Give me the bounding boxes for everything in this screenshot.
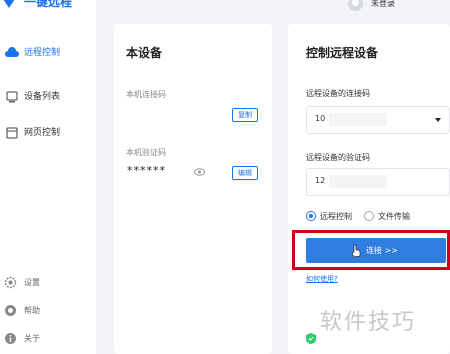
sidebar-item-web-control[interactable]: 网页控制 [0, 122, 96, 144]
sidebar-item-label: 设备列表 [24, 92, 61, 102]
remote-code-select[interactable]: 10 [306, 106, 450, 134]
local-verify-label: 本机验证码 [126, 148, 166, 157]
settings-label: 设置 [24, 278, 40, 287]
this-device-title: 本设备 [126, 46, 163, 60]
remote-verify-input[interactable]: 12 [306, 168, 450, 196]
sidebar-item-device-list[interactable]: 设备列表 [0, 86, 96, 108]
redacted-area [329, 113, 387, 126]
local-code-label: 本机连接码 [126, 90, 166, 99]
mode-radio-group: 远程控制 文件传输 [306, 210, 410, 222]
remote-code-value: 10 [315, 114, 326, 123]
help-label: 帮助 [24, 306, 40, 315]
eye-icon[interactable] [194, 168, 205, 176]
connect-button[interactable]: 连接 >> [306, 238, 446, 263]
help-icon [5, 305, 16, 316]
sidebar-item-remote-control[interactable]: 远程控制 [0, 42, 96, 64]
avatar [348, 0, 363, 11]
remote-panel-title: 控制远程设备 [306, 46, 379, 60]
radio-label-file-transfer: 文件传输 [378, 211, 410, 221]
app-logo: 一键远程 [0, 0, 96, 14]
local-verify-value: ****** [127, 164, 166, 177]
about-label: 关于 [24, 334, 40, 343]
how-to-use-link[interactable]: 如何使用? [306, 274, 338, 284]
redacted-area [329, 175, 387, 188]
logo-icon [3, 0, 15, 8]
cloud-remote-icon [5, 47, 19, 57]
app-title: 一键远程 [24, 0, 73, 9]
radio-label-remote-control: 远程控制 [320, 211, 352, 221]
sidebar: 一键远程 远程控制 设备列表 网页控制 设置 帮助 关于 [0, 0, 96, 354]
device-list-icon [6, 91, 18, 103]
remote-verify-label: 远程设备的验证码 [306, 153, 370, 162]
shield-icon [306, 333, 316, 344]
sidebar-item-label: 远程控制 [24, 48, 61, 58]
watermark-text: 软件技巧 [320, 310, 417, 335]
login-status: 未登录 [371, 0, 395, 8]
user-login-area[interactable]: 未登录 [348, 0, 395, 11]
remote-verify-value: 12 [315, 176, 326, 185]
remote-code-label: 远程设备的连接码 [306, 89, 370, 98]
this-device-panel: 本设备 本机连接码 复制 本机验证码 ****** 编辑 [114, 24, 272, 354]
edit-button[interactable]: 编辑 [232, 166, 258, 180]
radio-file-transfer[interactable] [364, 211, 374, 221]
web-page-icon [6, 127, 18, 139]
settings-button[interactable]: 设置 [0, 275, 96, 291]
hand-cursor-icon [351, 244, 361, 258]
help-button[interactable]: 帮助 [0, 303, 96, 319]
sidebar-item-label: 网页控制 [24, 128, 61, 138]
radio-remote-control[interactable] [306, 211, 316, 221]
about-button[interactable]: 关于 [0, 331, 96, 347]
info-icon [5, 333, 16, 344]
connect-button-label: 连接 >> [366, 246, 398, 255]
copy-button[interactable]: 复制 [232, 108, 258, 122]
chevron-down-icon [435, 118, 441, 122]
gear-icon [4, 276, 17, 289]
